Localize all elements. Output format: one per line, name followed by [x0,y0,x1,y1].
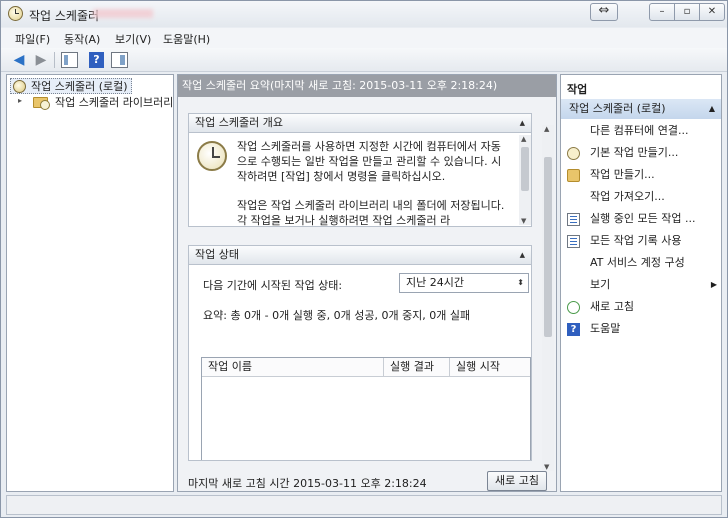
spinner-icon[interactable]: ⬍ [517,274,524,292]
maximize-button[interactable]: ▫ [674,3,700,21]
overview-scrollbar[interactable]: ▲ ▼ [519,135,531,225]
tree-item-task-scheduler-local[interactable]: 작업 스케줄러 (로컬) [10,78,132,94]
scroll-up-icon[interactable]: ▲ [544,125,549,133]
scroll-down-icon[interactable]: ▼ [544,463,549,471]
actions-group-label: 작업 스케줄러 (로컬) [569,102,666,115]
tree-item-label: 작업 스케줄러 (로컬) [31,80,128,93]
toolbar-separator [54,52,55,68]
action-connect-computer[interactable]: 다른 컴퓨터에 연결... [567,122,717,142]
overview-paragraph: 작업 스케줄러를 사용하면 지정한 시간에 컴퓨터에서 자동으로 수행되는 일반… [237,140,502,183]
status-bar [6,495,722,515]
action-view[interactable]: 보기 ▶ [567,276,717,296]
status-section-title: 작업 상태 [195,248,239,261]
help-icon: ? [567,323,580,336]
summary-header: 작업 스케줄러 요약(마지막 새로 고침: 2015-03-11 오후 2:18… [178,75,556,97]
expand-arrow-icon[interactable]: ▸ [18,96,22,105]
task-scheduler-icon [8,6,23,21]
close-button[interactable]: ✕ [699,3,725,21]
minimize-button[interactable]: – [649,3,675,21]
title-bar: 작업 스케줄러 ⇔ – ▫ ✕ [1,1,727,27]
overview-section-title: 작업 스케줄러 개요 [195,116,283,129]
action-at-service-account[interactable]: AT 서비스 계정 구성 [567,254,717,274]
overview-paragraph: 작업은 작업 스케줄러 라이브러리 내의 폴더에 저장됩니다. 각 작업을 보거… [237,199,505,227]
overview-section-header[interactable]: 작업 스케줄러 개요 ▲ [188,113,532,133]
collapse-up-icon[interactable]: ▲ [520,246,525,264]
scroll-thumb[interactable] [521,147,529,191]
actions-title: 작업 [567,83,588,96]
menu-action[interactable]: 동작(A) [64,31,100,47]
collapse-up-icon[interactable]: ▲ [709,99,715,119]
summary-pane: 작업 스케줄러 요약(마지막 새로 고침: 2015-03-11 오후 2:18… [177,74,557,492]
column-header-run-result[interactable]: 실행 결과 [384,358,450,377]
submenu-arrow-icon: ▶ [710,280,717,289]
overview-section: 작업 스케줄러를 사용하면 지정한 시간에 컴퓨터에서 자동으로 수행되는 일반… [188,133,532,227]
summary-scrollbar[interactable]: ▲ ▼ [542,125,554,471]
action-label: AT 서비스 계정 구성 [590,256,685,269]
collapse-up-icon[interactable]: ▲ [520,114,525,132]
column-header-run-start[interactable]: 실행 시작 [450,358,530,377]
folder-clock-icon [33,97,50,110]
tree-item-label: 작업 스케줄러 라이브러리 [55,96,174,109]
history-icon [567,235,580,248]
action-display-running-tasks[interactable]: 실행 중인 모든 작업 ... [567,210,717,230]
summary-body: 작업 스케줄러 개요 ▲ 작업 스케줄러를 사용하면 지정한 시간에 컴퓨터에서… [178,97,556,491]
last-refresh-text: 마지막 새로 고침 시간 2015-03-11 오후 2:18:24 [188,477,427,490]
forward-arrow-icon[interactable]: ▶ [32,51,50,69]
status-period-label: 다음 기간에 시작된 작업 상태: [203,279,343,292]
show-action-pane-icon[interactable] [111,52,128,68]
status-period-value: 지난 24시간 [406,276,464,289]
scroll-up-icon[interactable]: ▲ [521,135,526,143]
scroll-down-icon[interactable]: ▼ [521,217,526,225]
action-label: 보기 [590,278,611,291]
refresh-icon [567,301,580,314]
running-tasks-icon [567,213,580,226]
menu-help[interactable]: 도움말(H) [163,31,210,47]
action-label: 도움말 [590,322,621,335]
summary-footer: 마지막 새로 고침 시간 2015-03-11 오후 2:18:24 새로 고침 [178,471,556,491]
status-section: 다음 기간에 시작된 작업 상태: 지난 24시간 ⬍ 요약: 총 0개 - 0… [188,265,532,461]
redacted-title-text [93,9,153,18]
switch-window-button[interactable]: ⇔ [590,3,618,21]
column-header-task-name[interactable]: 작업 이름 [202,358,384,377]
console-tree: 작업 스케줄러 (로컬) ▸ 작업 스케줄러 라이브러리 [6,74,174,492]
refresh-button[interactable]: 새로 고침 [487,471,547,491]
actions-group-header[interactable]: 작업 스케줄러 (로컬) ▲ [561,99,721,119]
action-import-task[interactable]: 작업 가져오기... [567,188,717,208]
task-status-table: 작업 이름 실행 결과 실행 시작 [201,357,531,460]
menu-file[interactable]: 파일(F) [15,31,50,47]
basic-task-icon [567,147,580,160]
action-label: 모든 작업 기록 사용 [590,234,682,247]
action-label: 새로 고침 [590,300,634,313]
help-icon[interactable]: ? [89,52,104,68]
overview-text: 작업 스케줄러를 사용하면 지정한 시간에 컴퓨터에서 자동으로 수행되는 일반… [237,139,507,227]
clock-icon [197,141,227,171]
back-arrow-icon[interactable]: ◀ [10,51,28,69]
window-title: 작업 스케줄러 [29,9,100,23]
status-summary: 요약: 총 0개 - 0개 실행 중, 0개 성공, 0개 중지, 0개 실패 [203,309,471,322]
clock-icon [13,80,26,93]
show-console-tree-icon[interactable] [61,52,78,68]
action-help[interactable]: ? 도움말 [567,320,717,340]
table-header: 작업 이름 실행 결과 실행 시작 [202,358,530,377]
action-enable-history[interactable]: 모든 작업 기록 사용 [567,232,717,252]
action-label: 작업 만들기... [590,168,655,181]
action-label: 다른 컴퓨터에 연결... [590,124,689,137]
action-label: 기본 작업 만들기... [590,146,679,159]
actions-pane: 작업 작업 스케줄러 (로컬) ▲ 다른 컴퓨터에 연결... 기본 작업 만들… [560,74,722,492]
action-create-basic-task[interactable]: 기본 작업 만들기... [567,144,717,164]
menu-bar: 파일(F) 동작(A) 보기(V) 도움말(H) [1,28,727,48]
status-section-header[interactable]: 작업 상태 ▲ [188,245,532,265]
action-label: 실행 중인 모든 작업 ... [590,212,696,225]
status-period-select[interactable]: 지난 24시간 ⬍ [399,273,529,293]
toolbar: ◀ ▶ ? [1,48,727,72]
action-label: 작업 가져오기... [590,190,665,203]
menu-view[interactable]: 보기(V) [115,31,151,47]
app-window: 작업 스케줄러 ⇔ – ▫ ✕ 파일(F) 동작(A) 보기(V) 도움말(H)… [0,0,728,518]
scroll-thumb[interactable] [544,157,552,337]
task-icon [567,169,580,182]
action-refresh[interactable]: 새로 고침 [567,298,717,318]
action-create-task[interactable]: 작업 만들기... [567,166,717,186]
